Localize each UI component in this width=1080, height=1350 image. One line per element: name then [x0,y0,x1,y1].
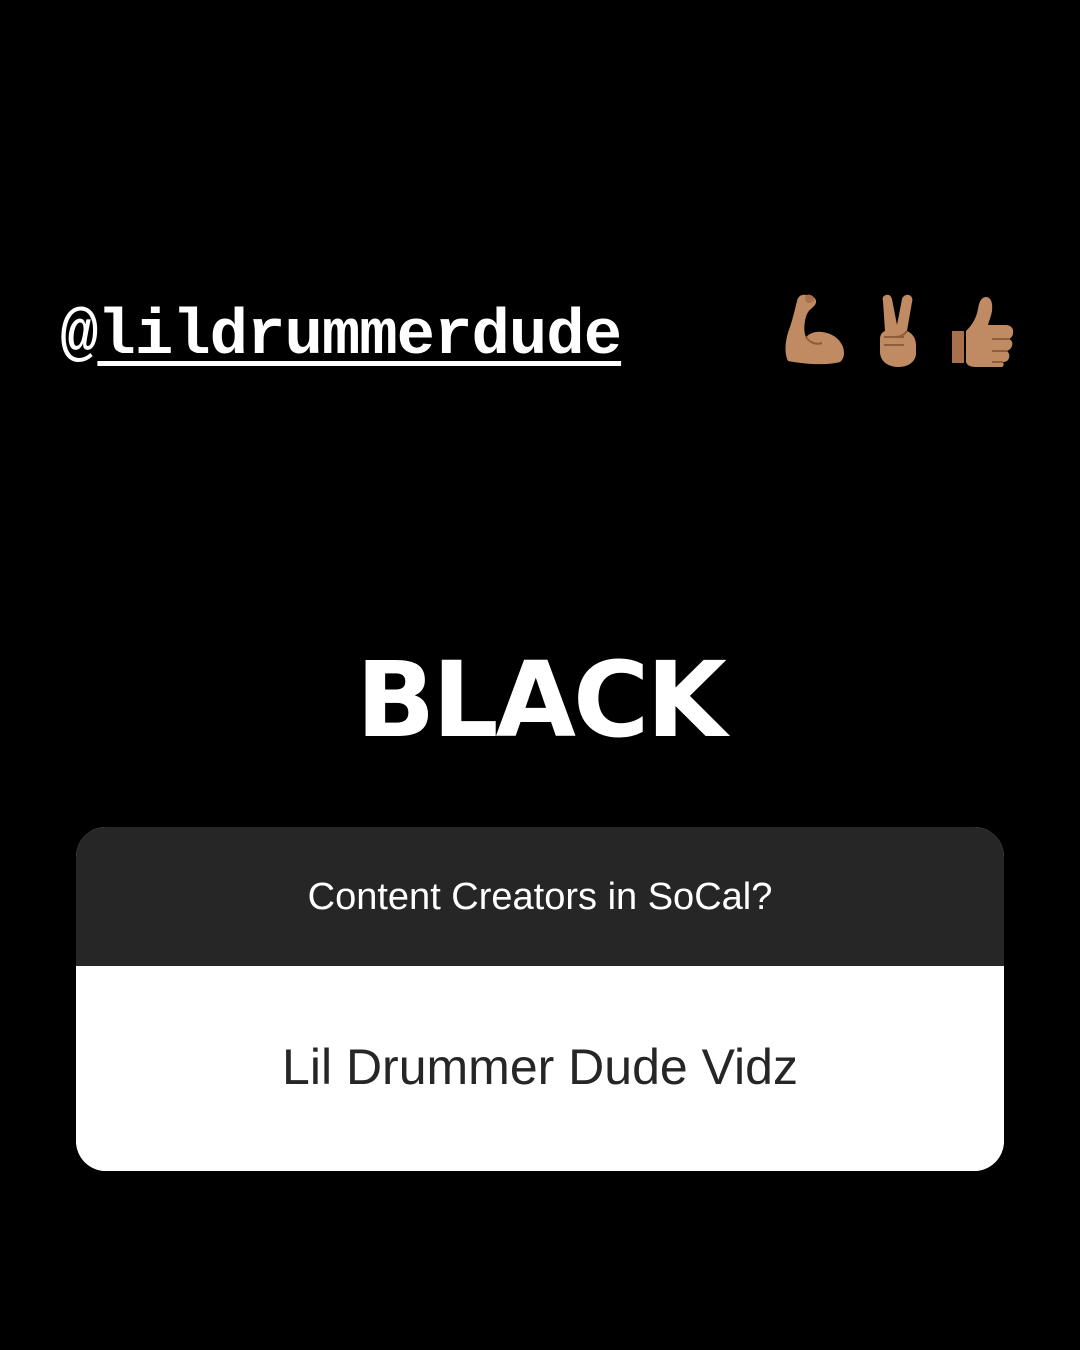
question-sticker-header: Content Creators in SoCal? [76,827,1004,966]
mention-handle[interactable]: lildrummerdude [97,301,622,373]
answer-text: Lil Drummer Dude Vidz [282,1038,798,1095]
story-title-text: BLACK [356,639,727,761]
mention-at-symbol: @ [60,301,98,373]
flexed-biceps-icon [785,294,844,365]
user-mention[interactable]: @lildrummerdude [60,305,622,369]
emoji-group [780,290,1018,370]
mention-row: @lildrummerdude [60,292,622,382]
thumbs-up-icon [952,297,1014,367]
victory-hand-icon [880,294,916,367]
question-text: Content Creators in SoCal? [307,876,773,918]
question-sticker-answer[interactable]: Lil Drummer Dude Vidz [76,966,1004,1171]
question-sticker[interactable]: Content Creators in SoCal? Lil Drummer D… [76,827,1004,1171]
